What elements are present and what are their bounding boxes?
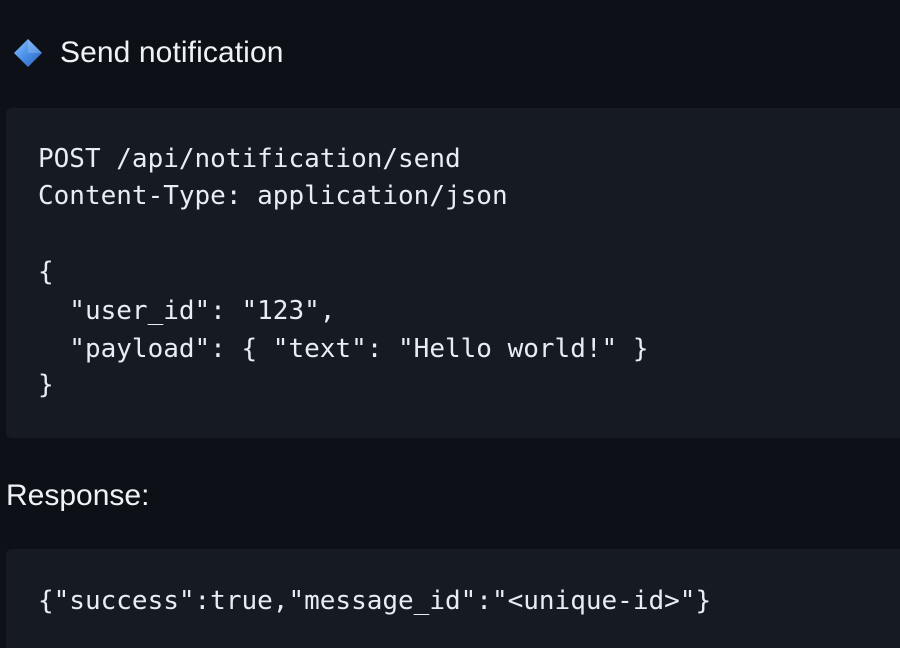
response-code-block: {"success":true,"message_id":"<unique-id… [6, 549, 900, 648]
request-line: { [38, 257, 54, 287]
request-line: "user_id": "123", [38, 296, 336, 326]
response-line: {"success":true,"message_id":"<unique-id… [38, 586, 712, 616]
blue-diamond-icon [12, 37, 44, 69]
request-line: "payload": { "text": "Hello world!" } [38, 334, 649, 364]
section-title: Send notification [60, 36, 284, 69]
request-line: } [38, 370, 54, 400]
request-code-block: POST /api/notification/send Content-Type… [6, 108, 900, 438]
section-heading: Send notification [12, 30, 284, 76]
request-line: Content-Type: application/json [38, 181, 508, 211]
response-label: Response: [6, 479, 150, 512]
request-line: POST /api/notification/send [38, 144, 461, 174]
